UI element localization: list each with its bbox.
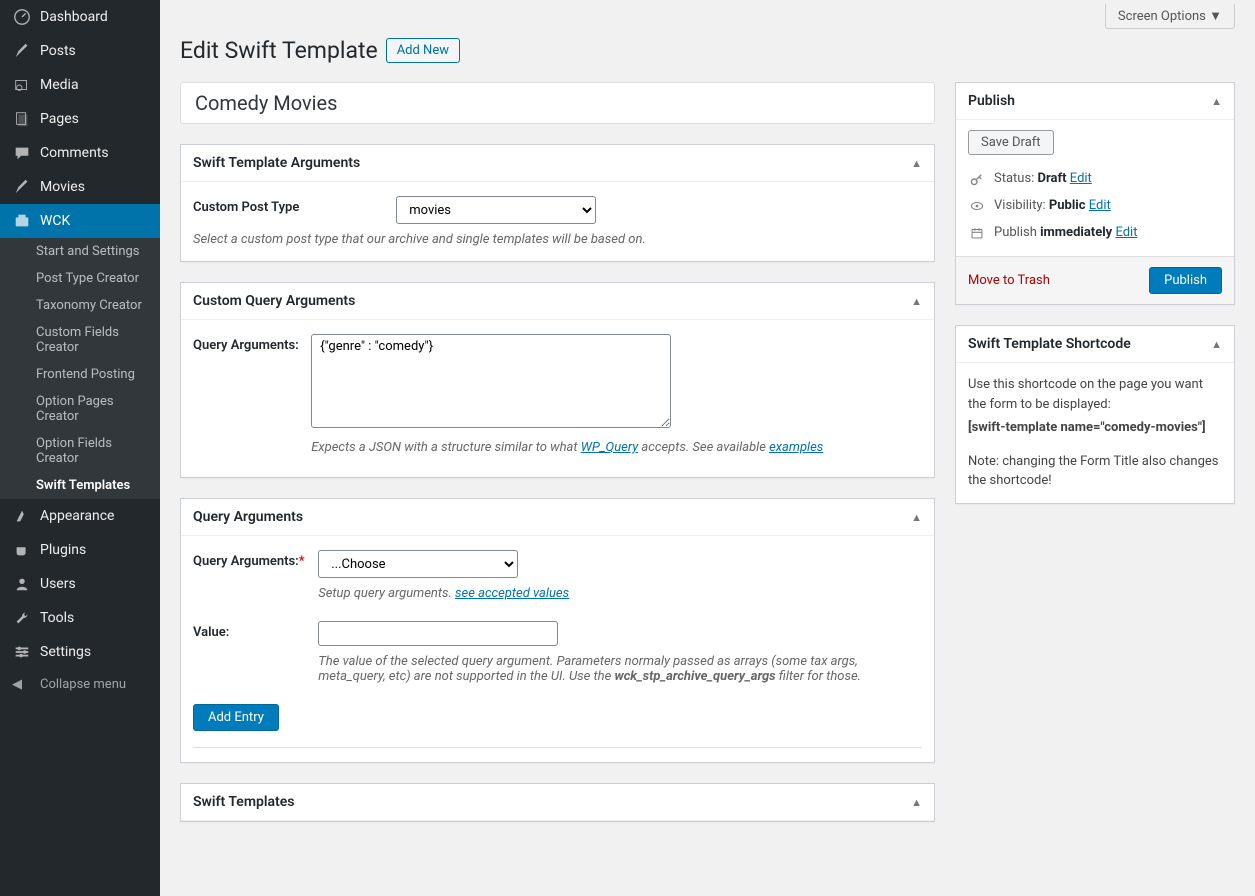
collapse-icon: ▲ [1211, 95, 1222, 108]
link-examples[interactable]: examples [769, 440, 823, 455]
menu-tools[interactable]: Tools [0, 601, 160, 635]
appearance-icon [12, 507, 32, 525]
label-custom-post-type: Custom Post Type [193, 196, 393, 215]
desc-json: Expects a JSON with a structure similar … [311, 440, 823, 455]
submenu-st[interactable]: Swift Templates [0, 472, 160, 499]
screen-options-button[interactable]: Screen Options ▼ [1105, 4, 1235, 29]
menu-plugins[interactable]: Plugins [0, 533, 160, 567]
box-shortcode-header[interactable]: Swift Template Shortcode ▲ [956, 326, 1234, 363]
collapse-icon: ▲ [911, 511, 922, 524]
edit-visibility-link[interactable]: Edit [1089, 198, 1111, 213]
submenu-opc[interactable]: Option Pages Creator [0, 388, 160, 430]
select-custom-post-type[interactable]: movies [396, 196, 596, 224]
shortcode-note: Note: changing the Form Title also chang… [968, 452, 1222, 491]
admin-menu: Dashboard Posts Media Pages Comments Mov… [0, 0, 160, 896]
users-icon [12, 575, 32, 593]
box-publish: Publish ▲ Save Draft Status: Draft Edit [955, 82, 1235, 305]
edit-status-link[interactable]: Edit [1070, 171, 1092, 186]
collapse-icon: ▲ [911, 796, 922, 809]
menu-posts[interactable]: Posts [0, 34, 160, 68]
label-query-arguments2: Query Arguments:* [193, 550, 315, 569]
plugins-icon [12, 541, 32, 559]
collapse-icon: ▲ [911, 295, 922, 308]
select-query-argument[interactable]: ...Choose [318, 550, 518, 578]
edit-publish-link[interactable]: Edit [1115, 225, 1137, 240]
page-title: Edit Swift Template [180, 37, 378, 64]
link-wp-query[interactable]: WP_Query [581, 440, 639, 455]
tools-icon [12, 609, 32, 627]
box-custom-query-header[interactable]: Custom Query Arguments ▲ [181, 283, 934, 320]
move-to-trash-link[interactable]: Move to Trash [968, 273, 1050, 288]
menu-movies[interactable]: Movies [0, 170, 160, 204]
box-publish-header[interactable]: Publish ▲ [956, 83, 1234, 120]
submenu-ptc[interactable]: Post Type Creator [0, 265, 160, 292]
box-shortcode: Swift Template Shortcode ▲ Use this shor… [955, 325, 1235, 504]
collapse-menu[interactable]: ◀Collapse menu [0, 669, 160, 700]
pages-icon [12, 110, 32, 128]
collapse-icon: ▲ [1211, 338, 1222, 351]
box-swift-templates: Swift Templates ▲ [180, 783, 935, 822]
menu-dashboard[interactable]: Dashboard [0, 0, 160, 34]
submenu-start[interactable]: Start and Settings [0, 238, 160, 265]
menu-users[interactable]: Users [0, 567, 160, 601]
box-template-arguments-header[interactable]: Swift Template Arguments ▲ [181, 145, 934, 182]
post-title-input[interactable] [180, 82, 935, 124]
calendar-icon [968, 226, 986, 240]
menu-pages[interactable]: Pages [0, 102, 160, 136]
submenu-tc[interactable]: Taxonomy Creator [0, 292, 160, 319]
submenu-wck: Start and Settings Post Type Creator Tax… [0, 238, 160, 499]
collapse-icon: ◀ [12, 677, 32, 692]
menu-appearance[interactable]: Appearance [0, 499, 160, 533]
textarea-query-arguments[interactable]: {"genre" : "comedy"} [311, 334, 671, 428]
label-value: Value: [193, 621, 315, 640]
dashboard-icon [12, 8, 32, 26]
save-draft-button[interactable]: Save Draft [968, 130, 1054, 155]
box-template-arguments: Swift Template Arguments ▲ Custom Post T… [180, 144, 935, 262]
link-accepted-values[interactable]: see accepted values [455, 586, 569, 601]
menu-comments[interactable]: Comments [0, 136, 160, 170]
box-swift-templates-header[interactable]: Swift Templates ▲ [181, 784, 934, 821]
menu-wck[interactable]: WCK [0, 204, 160, 238]
eye-icon [968, 199, 986, 213]
box-query-arguments-header[interactable]: Query Arguments ▲ [181, 499, 934, 536]
desc-setup: Setup query arguments. see accepted valu… [318, 586, 569, 601]
input-value[interactable] [318, 621, 558, 646]
collapse-icon: ▲ [911, 157, 922, 170]
desc-value: The value of the selected query argument… [318, 654, 878, 684]
box-query-arguments: Query Arguments ▲ Query Arguments:* ...C… [180, 498, 935, 763]
submenu-cfc[interactable]: Custom Fields Creator [0, 319, 160, 361]
desc-custom-post-type: Select a custom post type that our archi… [193, 232, 922, 247]
settings-icon [12, 643, 32, 661]
menu-settings[interactable]: Settings [0, 635, 160, 669]
add-new-button[interactable]: Add New [386, 38, 460, 63]
submenu-fp[interactable]: Frontend Posting [0, 361, 160, 388]
shortcode-instruction: Use this shortcode on the page you want … [968, 375, 1222, 414]
label-query-arguments: Query Arguments: [193, 334, 308, 353]
publish-button[interactable]: Publish [1149, 267, 1222, 294]
pin-icon [12, 42, 32, 60]
shortcode-code: [swift-template name="comedy-movies"] [968, 420, 1206, 435]
media-icon [12, 76, 32, 94]
key-icon [968, 172, 986, 186]
box-custom-query: Custom Query Arguments ▲ Query Arguments… [180, 282, 935, 478]
add-entry-button[interactable]: Add Entry [193, 704, 279, 731]
comments-icon [12, 144, 32, 162]
chevron-down-icon: ▼ [1209, 9, 1222, 24]
submenu-ofc[interactable]: Option Fields Creator [0, 430, 160, 472]
wck-icon [12, 212, 32, 230]
menu-media[interactable]: Media [0, 68, 160, 102]
pin-icon [12, 178, 32, 196]
